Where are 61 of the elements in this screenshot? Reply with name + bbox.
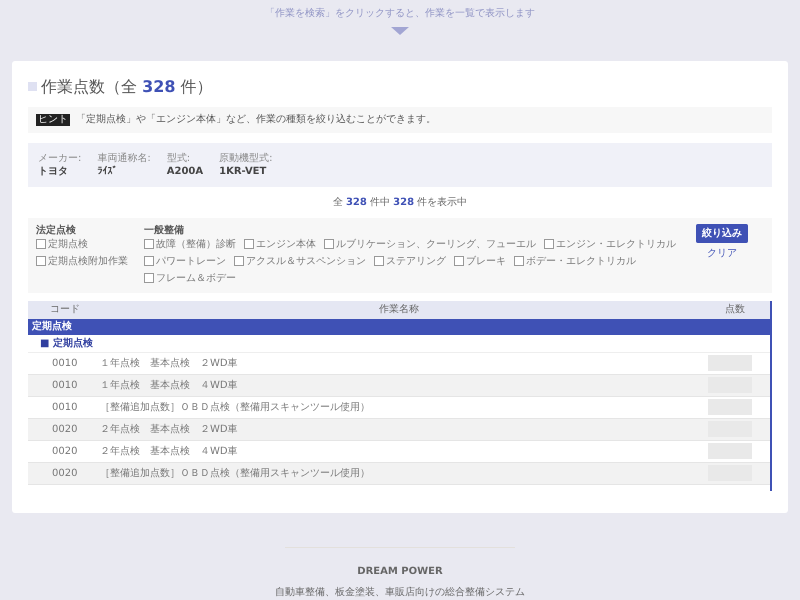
down-triangle-icon bbox=[391, 27, 409, 35]
vehicle-label: 原動機型式: bbox=[219, 152, 272, 165]
filter-option-label[interactable]: エンジン本体 bbox=[256, 238, 316, 251]
group-header: 定期点検 bbox=[28, 318, 770, 335]
column-header: 作業名称 bbox=[378, 302, 420, 318]
work-name-cell-text: ［整備追加点数］ＯＢＤ点検（整備用スキャンツール使用） bbox=[100, 466, 371, 481]
filter-option-label[interactable]: アクスル＆サスペンション bbox=[246, 254, 366, 268]
filter-option-label[interactable]: 定期点検 bbox=[48, 238, 88, 251]
checkbox[interactable] bbox=[244, 239, 254, 250]
vehicle-value: 1KR-VET bbox=[219, 164, 268, 178]
filter-option-label[interactable]: ブレーキ bbox=[466, 254, 506, 268]
filter-option-label[interactable]: ルブリケーション、クーリング、フューエル bbox=[336, 238, 536, 251]
footer-tagline: 自動車整備、板金塗装、車販店向けの総合整備システム bbox=[275, 586, 525, 600]
filter-option-label[interactable]: 定期点検附加作業 bbox=[48, 254, 128, 268]
filter-heading: 法定点検 bbox=[36, 224, 77, 238]
column-header: 点数 bbox=[724, 302, 746, 318]
checkbox[interactable] bbox=[144, 239, 154, 250]
checkbox[interactable] bbox=[454, 256, 464, 266]
checkbox[interactable] bbox=[144, 273, 154, 284]
vehicle-value: トヨタ bbox=[38, 164, 69, 178]
checkbox[interactable] bbox=[36, 239, 46, 250]
filter-option-label[interactable]: 故障（整備）診断 bbox=[156, 238, 236, 251]
code-cell-text: 0010 bbox=[51, 400, 78, 415]
result-count: 全 328 件中 328 件を表示中 bbox=[332, 196, 468, 210]
filter-option-label[interactable]: ボデー・エレクトリカル bbox=[526, 254, 636, 268]
filter-option-label[interactable]: パワートレーン bbox=[156, 254, 226, 268]
checkbox[interactable] bbox=[36, 256, 46, 266]
tip-text: 「定期点検」や「エンジン本体」など、作業の種類を絞り込むことができます。 bbox=[76, 112, 436, 128]
page-title: 作業点数（全 328 件） bbox=[41, 76, 213, 98]
checkbox[interactable] bbox=[234, 256, 244, 266]
work-name-cell-text: ［整備追加点数］ＯＢＤ点検（整備用スキャンツール使用） bbox=[100, 400, 371, 415]
code-cell-text: 0020 bbox=[51, 422, 78, 437]
footer-brand: DREAM POWER bbox=[357, 565, 443, 580]
title-marker-icon bbox=[28, 82, 37, 92]
code-cell-text: 0010 bbox=[51, 356, 78, 371]
work-name-cell-text: １年点検 基本点検 ４WD車 bbox=[100, 378, 239, 393]
tip-badge: ヒント bbox=[36, 114, 70, 126]
vehicle-value: A200A bbox=[166, 164, 204, 178]
code-cell-text: 0020 bbox=[51, 466, 78, 481]
checkbox[interactable] bbox=[544, 239, 554, 250]
work-name-cell-text: １年点検 基本点検 ２WD車 bbox=[100, 356, 239, 371]
work-name-cell-text: ２年点検 基本点検 ４WD車 bbox=[100, 444, 239, 459]
checkbox[interactable] bbox=[514, 256, 524, 266]
code-cell-text: 0010 bbox=[51, 378, 78, 393]
checkbox[interactable] bbox=[324, 239, 334, 250]
filter-button[interactable]: 絞り込み bbox=[696, 224, 748, 243]
clear-link[interactable]: クリア bbox=[707, 246, 737, 261]
code-cell-text: 0020 bbox=[51, 444, 78, 459]
vehicle-label: メーカー: bbox=[38, 152, 82, 165]
column-header: コード bbox=[49, 303, 81, 318]
filter-heading: 一般整備 bbox=[144, 224, 185, 238]
instruction-text: 「作業を検索」をクリックすると、作業を一覧で表示します bbox=[265, 6, 535, 21]
vehicle-label: 型式: bbox=[166, 152, 192, 165]
vehicle-label: 車両通称名: bbox=[97, 152, 151, 165]
filter-option-label[interactable]: フレーム＆ボデー bbox=[156, 272, 236, 285]
checkbox[interactable] bbox=[374, 256, 384, 266]
filter-option-label[interactable]: ステアリング bbox=[386, 254, 446, 268]
work-name-cell-text: ２年点検 基本点検 ２WD車 bbox=[100, 422, 239, 437]
vehicle-value: ﾗｲｽﾞ bbox=[97, 164, 118, 178]
checkbox[interactable] bbox=[144, 256, 154, 266]
filter-option-label[interactable]: エンジン・エレクトリカル bbox=[556, 238, 676, 251]
